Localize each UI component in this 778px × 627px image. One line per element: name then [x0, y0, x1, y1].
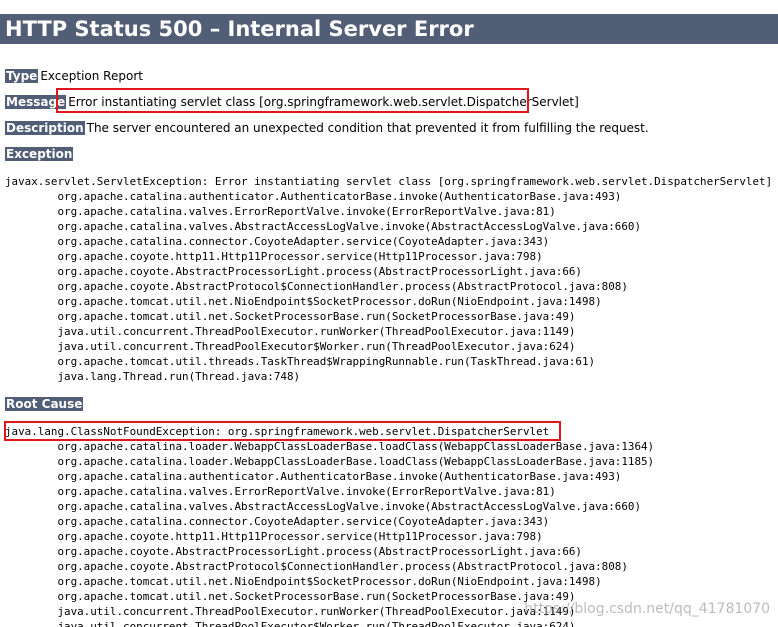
root-cause-stacktrace: java.lang.ClassNotFoundException: org.sp…	[5, 424, 654, 627]
stack-frame: org.apache.coyote.AbstractProcessorLight…	[57, 545, 582, 558]
description-row: Description The server encountered an une…	[5, 120, 649, 136]
stack-frame: org.apache.coyote.http11.Http11Processor…	[57, 250, 543, 263]
stack-frame: java.util.concurrent.ThreadPoolExecutor.…	[57, 605, 576, 618]
type-value: Exception Report	[40, 69, 143, 83]
root-cause-highlight-box	[4, 421, 561, 441]
exception-trace-lines: org.apache.catalina.authenticator.Authen…	[5, 190, 641, 383]
stack-frame: org.apache.coyote.AbstractProtocol$Conne…	[57, 280, 628, 293]
stack-frame: org.apache.catalina.valves.ErrorReportVa…	[57, 205, 556, 218]
stack-frame: org.apache.tomcat.util.threads.TaskThrea…	[57, 355, 596, 368]
root-cause-heading: Root Cause	[5, 396, 84, 412]
stack-frame: org.apache.coyote.http11.Http11Processor…	[57, 530, 543, 543]
stack-frame: org.apache.tomcat.util.net.SocketProcess…	[57, 590, 576, 603]
stack-frame: org.apache.catalina.authenticator.Authen…	[57, 470, 622, 483]
stack-frame: java.util.concurrent.ThreadPoolExecutor$…	[57, 340, 576, 353]
exception-heading: Exception	[5, 146, 74, 162]
stack-frame: org.apache.catalina.connector.CoyoteAdap…	[57, 515, 550, 528]
stack-frame: org.apache.coyote.AbstractProtocol$Conne…	[57, 560, 628, 573]
type-row: Type Exception Report	[5, 68, 143, 84]
type-label: Type	[5, 69, 39, 83]
stack-frame: org.apache.catalina.connector.CoyoteAdap…	[57, 235, 550, 248]
stack-frame: org.apache.catalina.valves.AbstractAcces…	[57, 220, 642, 233]
exception-head: javax.servlet.ServletException: Error in…	[5, 175, 773, 188]
page-title: HTTP Status 500 – Internal Server Error	[0, 14, 778, 44]
stack-frame: org.apache.tomcat.util.net.NioEndpoint$S…	[57, 295, 602, 308]
description-value: The server encountered an unexpected con…	[86, 121, 649, 135]
exception-label: Exception	[5, 147, 74, 161]
watermark: https://blog.csdn.net/qq_41781070	[524, 601, 770, 617]
exception-stacktrace: javax.servlet.ServletException: Error in…	[5, 174, 772, 384]
root-cause-label: Root Cause	[5, 397, 84, 411]
root-cause-trace-lines: org.apache.catalina.loader.WebappClassLo…	[5, 440, 654, 627]
stack-frame: org.apache.catalina.authenticator.Authen…	[57, 190, 622, 203]
stack-frame: org.apache.catalina.loader.WebappClassLo…	[57, 455, 655, 468]
message-highlight-box	[56, 88, 529, 113]
stack-frame: org.apache.tomcat.util.net.SocketProcess…	[57, 310, 576, 323]
stack-frame: org.apache.catalina.loader.WebappClassLo…	[57, 440, 655, 453]
stack-frame: org.apache.catalina.valves.ErrorReportVa…	[57, 485, 556, 498]
stack-frame: org.apache.tomcat.util.net.NioEndpoint$S…	[57, 575, 602, 588]
description-label: Description	[5, 121, 85, 135]
stack-frame: org.apache.coyote.AbstractProcessorLight…	[57, 265, 582, 278]
stack-frame: org.apache.catalina.valves.AbstractAcces…	[57, 500, 642, 513]
stack-frame: java.util.concurrent.ThreadPoolExecutor.…	[57, 325, 576, 338]
stack-frame: java.util.concurrent.ThreadPoolExecutor$…	[5, 620, 576, 627]
stack-frame: java.lang.Thread.run(Thread.java:748)	[5, 370, 301, 383]
